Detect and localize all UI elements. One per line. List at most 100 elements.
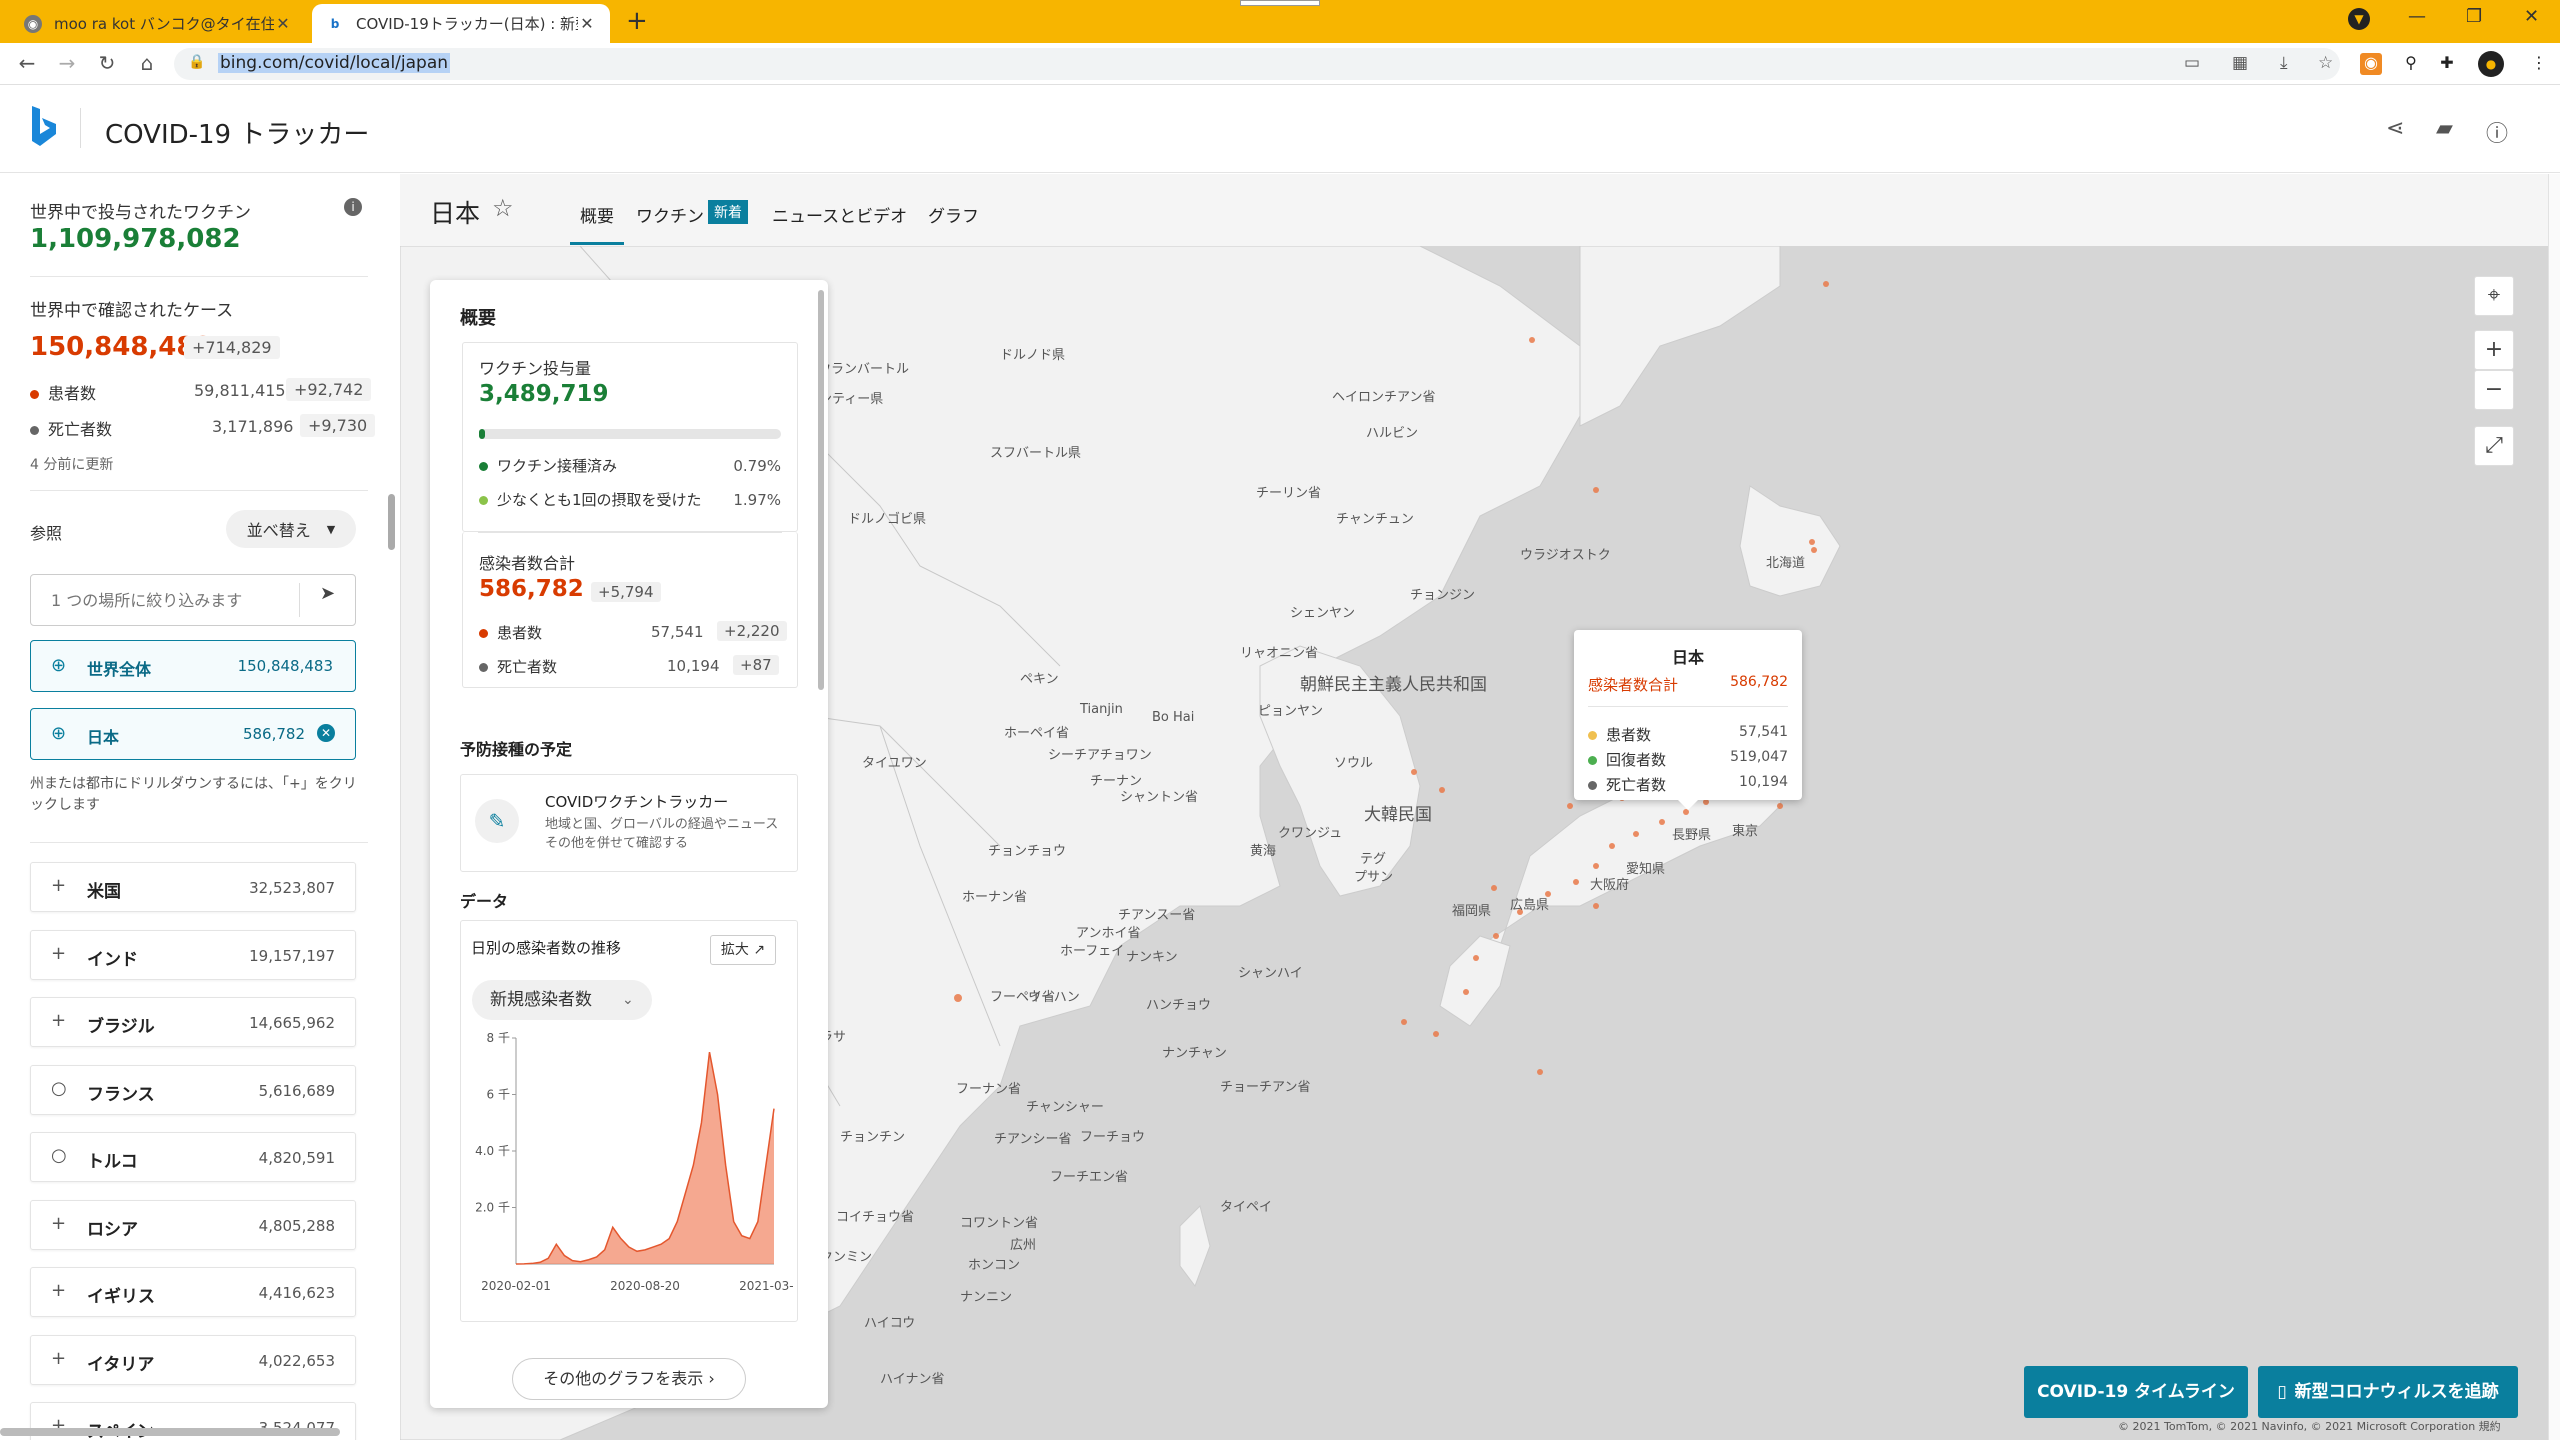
browser-tab[interactable]: ◉ moo ra kot バンコク@タイ在住ノ非… ✕: [10, 4, 306, 43]
address-bar[interactable]: 🔒 bing.com/covid/local/japan ▭ ▦ ⤓ ☆: [174, 48, 2340, 80]
partial-dot: [479, 496, 488, 505]
maximize-icon[interactable]: ❐: [2466, 6, 2482, 27]
map-place-label: タイペイ: [1220, 1200, 1273, 1215]
clear-icon[interactable]: ✕: [317, 724, 335, 742]
close-icon[interactable]: ✕: [274, 14, 292, 33]
chevron-down-icon: ▼: [326, 522, 336, 536]
country-name: インド: [87, 949, 138, 970]
metric-dropdown[interactable]: 新規感染者数 ⌄: [472, 980, 652, 1020]
url-text[interactable]: bing.com/covid/local/japan: [218, 53, 451, 73]
country-row[interactable]: + 米国 32,523,807: [30, 862, 356, 912]
locate-me-icon[interactable]: ➤: [299, 583, 355, 617]
country-value: 19,157,197: [249, 946, 335, 965]
country-row[interactable]: + インド 19,157,197: [30, 929, 356, 980]
rss-extension-icon[interactable]: ◉: [2360, 53, 2382, 75]
cast-icon[interactable]: ▭: [2184, 53, 2200, 73]
tab-search-icon[interactable]: ▼: [2348, 8, 2370, 30]
updated-text: 4 分前に更新: [30, 457, 114, 473]
info-icon[interactable]: i: [344, 198, 362, 216]
place-button-japan[interactable]: ⊕ 日本 586,782 ✕: [30, 708, 356, 760]
page-scrollbar[interactable]: [2548, 174, 2560, 1440]
map-place-label: 広州: [1010, 1238, 1037, 1253]
active-value: 57,541: [651, 623, 704, 641]
y-tick-label: 6 千: [487, 1088, 510, 1102]
forward-icon[interactable]: →: [54, 51, 80, 75]
expand-plus-icon[interactable]: +: [51, 875, 66, 896]
scrollbar-thumb[interactable]: [388, 494, 395, 550]
fullscreen-icon[interactable]: ⤢: [2474, 426, 2514, 466]
more-graphs-button[interactable]: その他のグラフを表示 ›: [512, 1358, 746, 1400]
country-row[interactable]: ○ トルコ 4,820,591: [30, 1132, 356, 1182]
feedback-icon[interactable]: ▰: [2436, 116, 2453, 141]
country-row[interactable]: + イタリア 4,022,653: [30, 1334, 356, 1385]
card-scrollbar[interactable]: [818, 290, 824, 690]
place-value: 586,782: [242, 725, 305, 743]
qr-icon[interactable]: ▦: [2232, 53, 2248, 73]
zoom-out-icon[interactable]: −: [2474, 370, 2514, 410]
expand-plus-icon[interactable]: +: [51, 1280, 66, 1301]
home-icon[interactable]: ⌂: [134, 51, 160, 75]
horizontal-scrollbar[interactable]: [0, 1428, 340, 1436]
y-tick-label: 8 千: [487, 1032, 510, 1045]
avatar[interactable]: ●: [2478, 51, 2504, 77]
bookmark-star-icon[interactable]: ☆: [2318, 53, 2333, 73]
window-drag-handle[interactable]: [1240, 0, 1320, 6]
location-search: ➤: [30, 574, 356, 626]
tab-title: moo ra kot バンコク@タイ在住ノ非…: [54, 15, 274, 33]
map-place-label: ソウル: [1334, 756, 1374, 771]
tab-overview[interactable]: 概要: [570, 202, 624, 245]
country-row[interactable]: ○ フランス 5,616,689: [30, 1064, 356, 1115]
location-search-input[interactable]: [31, 575, 301, 625]
expand-button[interactable]: 拡大 ↗: [710, 935, 776, 965]
map-place-label: チョンチン: [840, 1130, 906, 1145]
phone-icon: ▯: [2277, 1382, 2287, 1402]
browser-tab-active[interactable]: b COVID-19トラッカー(日本) : 新型コロ… ✕: [312, 4, 610, 43]
place-button-world[interactable]: ⊕ 世界全体 150,848,483: [30, 640, 356, 692]
tab-graph[interactable]: グラフ: [928, 202, 979, 227]
back-icon[interactable]: ←: [14, 51, 40, 75]
new-tab-button[interactable]: +: [626, 6, 648, 36]
close-window-icon[interactable]: ✕: [2524, 6, 2539, 27]
extension-icon[interactable]: ⚲: [2400, 53, 2422, 75]
vaccinated-dot: [479, 462, 488, 471]
zoom-in-icon[interactable]: +: [2474, 330, 2514, 370]
circle-icon[interactable]: ○: [51, 1145, 67, 1166]
timeline-button[interactable]: COVID-19 タイムライン: [2024, 1366, 2248, 1418]
expand-plus-icon[interactable]: +: [51, 1348, 66, 1369]
map-place-label: ドルノゴビ県: [848, 512, 927, 527]
active-row: 患者数: [30, 380, 96, 404]
locate-icon[interactable]: ⌖: [2474, 276, 2514, 316]
share-icon[interactable]: ⋖: [2386, 116, 2404, 141]
tooltip-dot: [1588, 731, 1597, 740]
partial-pct: 1.97%: [733, 491, 781, 509]
tooltip-title: 日本: [1671, 648, 1704, 667]
track-button[interactable]: ▯ 新型コロナウィルスを追跡: [2258, 1366, 2518, 1418]
puzzle-icon[interactable]: ✚: [2436, 53, 2458, 75]
reload-icon[interactable]: ↻: [94, 51, 120, 75]
tab-news[interactable]: ニュースとビデオ: [772, 202, 907, 227]
expand-plus-icon[interactable]: +: [51, 1213, 66, 1234]
expand-plus-icon[interactable]: +: [51, 943, 66, 964]
circle-icon[interactable]: ○: [51, 1078, 67, 1099]
expand-plus-icon[interactable]: +: [51, 1010, 66, 1031]
map-place-label: スフバートル県: [990, 446, 1082, 461]
tab-vaccine[interactable]: ワクチン: [636, 202, 704, 227]
country-row[interactable]: + ロシア 4,805,288: [30, 1199, 356, 1250]
minimize-icon[interactable]: —: [2408, 6, 2426, 27]
country-value: 5,616,689: [258, 1081, 335, 1100]
menu-dots-icon[interactable]: ⋮: [2528, 53, 2550, 75]
bing-logo-icon[interactable]: [28, 104, 60, 148]
map-place-label: シャントン省: [1120, 790, 1199, 805]
place-label: 世界全体: [87, 660, 152, 679]
sort-button[interactable]: 並べ替え ▼: [226, 510, 356, 548]
country-row[interactable]: + ブラジル 14,665,962: [30, 997, 356, 1047]
lock-icon: 🔒: [188, 54, 206, 70]
info-icon[interactable]: ⓘ: [2486, 116, 2508, 148]
country-value: 4,022,653: [258, 1351, 335, 1370]
country-row[interactable]: + イギリス 4,416,623: [30, 1267, 356, 1317]
vaccine-tracker-card[interactable]: ✎ COVIDワクチントラッカー 地域と国、グローバルの経過やニュースその他を併…: [460, 774, 798, 872]
close-icon[interactable]: ✕: [578, 14, 596, 33]
place-label: 日本: [87, 728, 120, 747]
download-icon[interactable]: ⤓: [2280, 53, 2288, 73]
favorite-star-icon[interactable]: ☆: [492, 194, 514, 222]
